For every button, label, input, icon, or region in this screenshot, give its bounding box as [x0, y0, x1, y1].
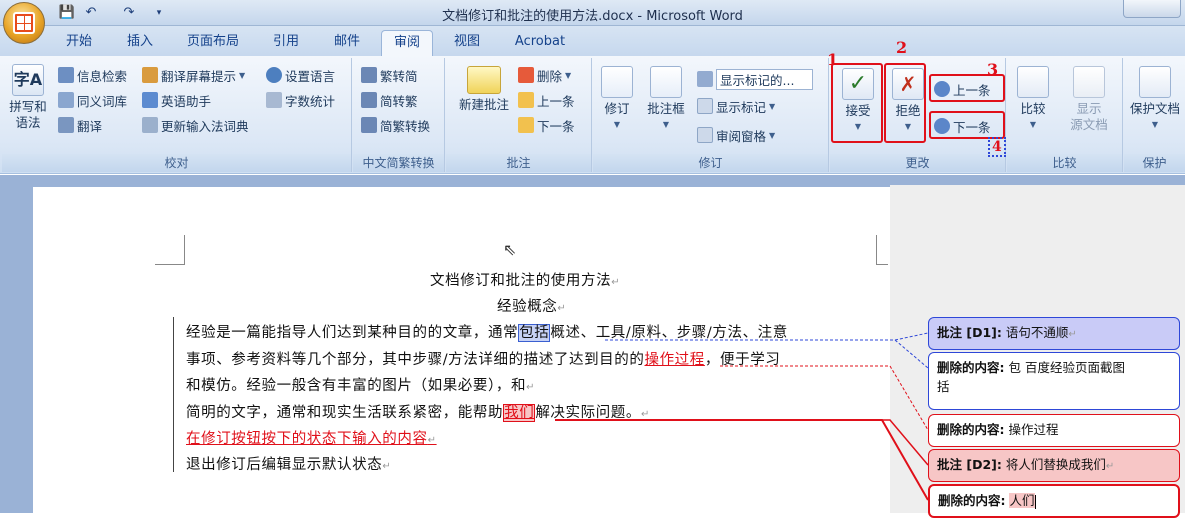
comment-balloon-d1[interactable]: 批注 [D1]: 语句不通顺↵ [928, 317, 1180, 350]
deleted-balloon-2[interactable]: 删除的内容: 操作过程 [928, 414, 1180, 447]
connector-comment-d1 [605, 332, 929, 341]
comment-balloon-d2[interactable]: 批注 [D2]: 将人们替换成我们↵ [928, 449, 1180, 482]
deleted-balloon-1[interactable]: 删除的内容: 包 百度经验页面截图括 [928, 352, 1180, 410]
office-button[interactable] [3, 2, 45, 44]
connector-comment-d2 [555, 419, 929, 466]
text-cursor [1034, 494, 1036, 509]
office-logo-icon [13, 12, 35, 34]
connector-deleted-3 [555, 419, 929, 501]
connector-deleted-1 [605, 339, 929, 369]
